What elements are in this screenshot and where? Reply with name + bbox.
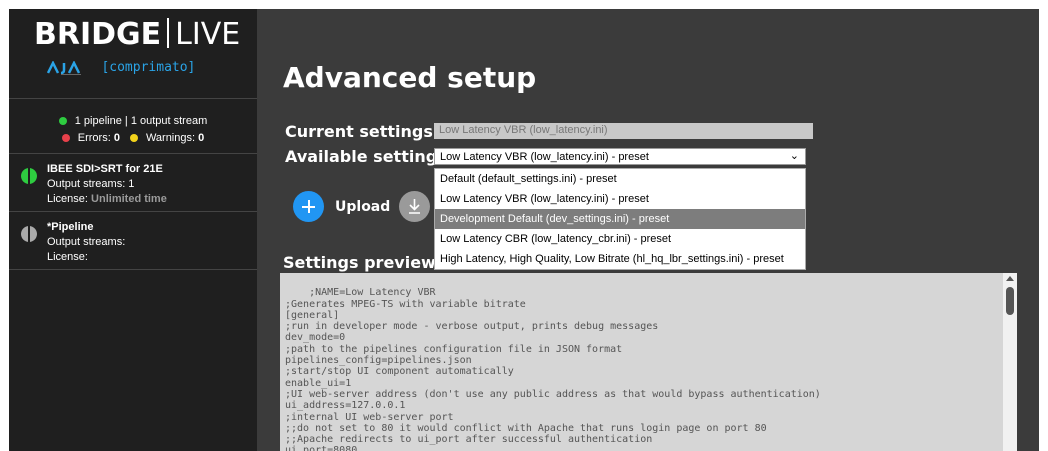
upload-label[interactable]: Upload [335, 199, 390, 215]
settings-preview-textarea[interactable]: ;NAME=Low Latency VBR ;Generates MPEG-TS… [280, 273, 1017, 451]
brand-header: BRIDGE LIVE [comprimato] [9, 9, 257, 99]
aja-logo-icon [47, 60, 81, 75]
dropdown-option[interactable]: Low Latency VBR (low_latency.ini) - pres… [435, 189, 805, 209]
dropdown-option[interactable]: Low Latency CBR (low_latency_cbr.ini) - … [435, 229, 805, 249]
dropdown-option-highlighted[interactable]: Development Default (dev_settings.ini) -… [435, 209, 805, 229]
pipeline-license-label: License: [47, 193, 88, 205]
brand-title-light: LIVE [175, 17, 241, 52]
warnings-label: Warnings: [145, 131, 196, 144]
pipeline-license-label: License: [47, 251, 88, 263]
settings-dropdown-list: Default (default_settings.ini) - preset … [434, 168, 806, 270]
ok-status-icon [58, 116, 67, 125]
pipeline-name: IBEE SDI>SRT for 21E [47, 163, 163, 175]
page-title: Advanced setup [283, 61, 537, 94]
errors-label: Errors: [77, 131, 111, 144]
select-value: Low Latency VBR (low_latency.ini) - pres… [440, 151, 649, 163]
brand-subtitle: [comprimato] [47, 59, 195, 77]
warnings-count: 0 [198, 131, 205, 144]
sidebar: BRIDGE LIVE [comprimato] 1 pipeline | 1 o… [9, 9, 257, 451]
pipeline-item[interactable]: *Pipeline Output streams: License: [9, 212, 257, 270]
pipeline-item[interactable]: IBEE SDI>SRT for 21E Output streams: 1 L… [9, 154, 257, 212]
comprimato-logo: [comprimato] [101, 60, 196, 76]
pipeline-license-value: Unlimited time [91, 193, 167, 205]
pipeline-status-icon [21, 168, 37, 184]
status-summary-text: 1 pipeline | 1 output stream [74, 114, 208, 127]
brand-title-bold: BRIDGE [34, 17, 162, 52]
scroll-up-icon[interactable] [1006, 276, 1014, 281]
upload-button[interactable] [293, 191, 324, 222]
preview-scrollbar[interactable] [1003, 273, 1017, 451]
download-icon [409, 199, 420, 214]
warning-status-icon [129, 133, 138, 142]
available-settings-label: Available settings: [285, 147, 454, 166]
pipeline-name: *Pipeline [47, 221, 94, 233]
chevron-down-icon: ⌄ [789, 150, 799, 162]
brand-separator [167, 18, 170, 48]
dropdown-option[interactable]: Default (default_settings.ini) - preset [435, 169, 805, 189]
pipeline-status-icon [21, 226, 37, 242]
scroll-thumb[interactable] [1006, 287, 1014, 315]
status-summary: 1 pipeline | 1 output stream Errors: 0 W… [9, 99, 257, 154]
pipeline-streams: Output streams: [47, 236, 126, 248]
settings-preview-text: ;NAME=Low Latency VBR ;Generates MPEG-TS… [285, 287, 821, 451]
download-button[interactable] [399, 191, 430, 222]
available-settings-select[interactable]: Low Latency VBR (low_latency.ini) - pres… [434, 148, 806, 165]
pipeline-streams: Output streams: 1 [47, 178, 135, 190]
status-alerts-row: Errors: 0 Warnings: 0 [9, 129, 257, 146]
status-pipelines-row: 1 pipeline | 1 output stream [9, 112, 257, 129]
current-settings-label: Current settings: [285, 122, 440, 141]
settings-preview-label: Settings preview: [283, 253, 443, 272]
error-status-icon [61, 133, 70, 142]
main-panel: Advanced setup Current settings: Low Lat… [257, 9, 1039, 451]
app-logo: BRIDGE LIVE [34, 17, 240, 52]
dropdown-option[interactable]: High Latency, High Quality, Low Bitrate … [435, 249, 805, 269]
errors-count: 0 [113, 131, 120, 144]
current-settings-field: Low Latency VBR (low_latency.ini) [434, 123, 813, 139]
